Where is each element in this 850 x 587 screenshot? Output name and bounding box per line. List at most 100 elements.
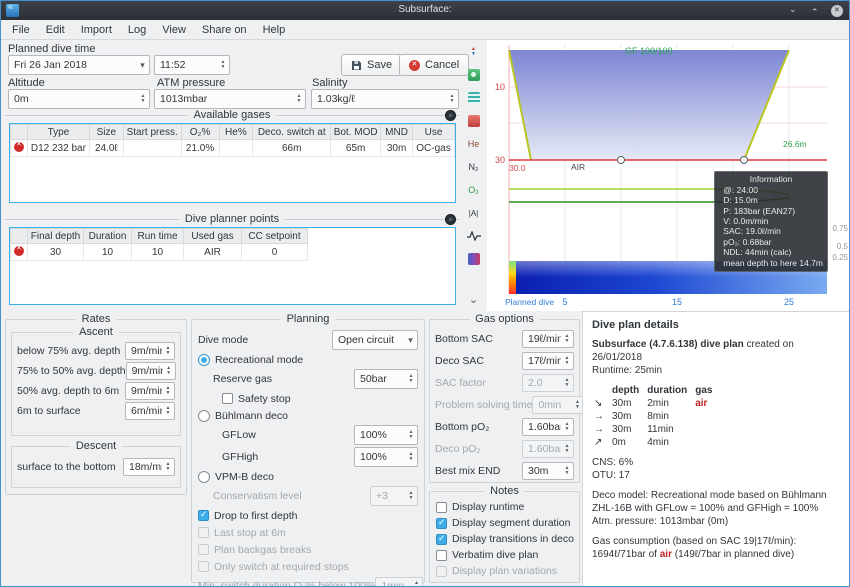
- best-mix-end-spinbox[interactable]: 30m: [522, 462, 574, 480]
- buhlmann-deco-radio[interactable]: [198, 410, 210, 422]
- col-used-gas: Used gas: [184, 229, 242, 244]
- spin-arrows-icon[interactable]: [137, 90, 149, 108]
- col-type: Type: [27, 125, 89, 140]
- cell-duration[interactable]: 10: [84, 244, 132, 261]
- delete-point-cell[interactable]: [11, 244, 28, 261]
- drop-to-first-depth-checkbox[interactable]: [198, 510, 209, 521]
- waypoint-handle[interactable]: [741, 157, 748, 164]
- mod-icon[interactable]: |A|: [464, 203, 484, 223]
- spin-arrows-icon[interactable]: [446, 90, 458, 108]
- vpmb-deco-radio[interactable]: [198, 471, 210, 483]
- waypoint-handle[interactable]: [618, 157, 625, 164]
- cell-bot-mod[interactable]: 65m: [331, 140, 381, 157]
- info-line: D: 15.0m: [723, 195, 823, 205]
- save-button[interactable]: Save: [341, 54, 402, 76]
- menubar: File Edit Import Log View Share on Help: [1, 20, 849, 40]
- menu-import[interactable]: Import: [73, 22, 120, 38]
- save-disk-icon: [351, 60, 362, 71]
- ascent-6m-label: 50% avg. depth to 6m: [17, 385, 119, 397]
- minimize-icon[interactable]: [787, 5, 799, 17]
- close-icon[interactable]: [831, 5, 843, 17]
- cell-final-depth[interactable]: 30: [28, 244, 84, 261]
- dive-date-select[interactable]: Fri 26 Jan 2018: [8, 55, 150, 75]
- ascent-50-spinbox[interactable]: 9m/min: [126, 362, 176, 380]
- display-runtime-checkbox[interactable]: [436, 502, 447, 513]
- cell-used-gas[interactable]: AIR: [184, 244, 242, 261]
- gfhigh-spinbox[interactable]: 100%: [354, 447, 418, 467]
- menu-help[interactable]: Help: [255, 22, 294, 38]
- spin-arrows-icon[interactable]: [293, 90, 305, 108]
- info-line: pO₂: 0.68bar: [723, 237, 823, 247]
- plan-deco-model: Deco model: Recreational mode based on B…: [592, 489, 841, 515]
- salinity-spinbox[interactable]: 1.03kg/ℓ: [311, 89, 459, 109]
- col-final-depth: Final depth: [28, 229, 84, 244]
- altitude-spinbox[interactable]: 0m: [8, 89, 150, 109]
- descent-rate-spinbox[interactable]: 18m/min: [123, 458, 175, 476]
- plan-backgas-breaks-label: Plan backgas breaks: [214, 544, 311, 556]
- maximize-icon[interactable]: [809, 5, 821, 17]
- cell-deco-switch[interactable]: 66m: [253, 140, 331, 157]
- display-transitions-checkbox[interactable]: [436, 534, 447, 545]
- cell-o2[interactable]: 21.0%: [181, 140, 219, 157]
- cell-start-press[interactable]: [123, 140, 181, 157]
- gfhigh-label: GFHigh: [222, 451, 258, 463]
- helium-graph-icon[interactable]: He: [464, 134, 484, 154]
- menu-view[interactable]: View: [154, 22, 194, 38]
- add-waypoint-button[interactable]: [445, 214, 456, 225]
- delete-row-icon[interactable]: [14, 142, 24, 152]
- delete-gas-cell[interactable]: [11, 140, 28, 157]
- cell-cc-setpoint[interactable]: 0: [242, 244, 308, 261]
- pp-tick-025: 0.25: [832, 253, 848, 262]
- cancel-button[interactable]: Cancel: [399, 54, 469, 76]
- verbatim-dive-plan-checkbox[interactable]: [436, 550, 447, 561]
- heart-rate-icon[interactable]: [464, 226, 484, 246]
- titlebar[interactable]: Subsurface:: [1, 1, 849, 20]
- cell-run-time[interactable]: 10: [132, 244, 184, 261]
- photos-icon[interactable]: [464, 65, 484, 85]
- cell-type[interactable]: D12 232 bar: [27, 140, 89, 157]
- info-line: P: 183bar (EAN27): [723, 206, 823, 216]
- menu-file[interactable]: File: [4, 22, 38, 38]
- menu-share-on[interactable]: Share on: [194, 22, 255, 38]
- cell-he[interactable]: [219, 140, 253, 157]
- conservatism-label: Conservatism level: [213, 490, 302, 502]
- display-segment-duration-checkbox[interactable]: [436, 518, 447, 529]
- safety-stop-checkbox[interactable]: [222, 393, 233, 404]
- ceiling-icon[interactable]: [464, 111, 484, 131]
- reserve-gas-spinbox[interactable]: 50bar: [354, 369, 418, 389]
- cell-use[interactable]: OC-gas: [413, 140, 455, 157]
- ascent-surface-spinbox[interactable]: 6m/min: [125, 402, 175, 420]
- tank-pressure-icon[interactable]: [464, 88, 484, 108]
- bottom-po2-spinbox[interactable]: 1.60bar: [522, 418, 574, 436]
- ascent-75-spinbox[interactable]: 9m/min: [125, 342, 175, 360]
- add-cylinder-button[interactable]: [445, 110, 456, 121]
- oxygen-graph-icon[interactable]: O₂: [464, 180, 484, 200]
- spin-arrows-icon[interactable]: [217, 56, 229, 74]
- profile-toolbar: ▲▼ He N₂ O₂ |A|: [461, 40, 486, 311]
- nitrogen-graph-icon[interactable]: N₂: [464, 157, 484, 177]
- menu-log[interactable]: Log: [120, 22, 154, 38]
- bottom-sac-spinbox[interactable]: 19ℓ/min: [522, 330, 574, 348]
- dive-mode-select[interactable]: Open circuit: [332, 330, 418, 350]
- plan-col-depth: depth: [612, 384, 647, 397]
- recreational-mode-radio[interactable]: [198, 354, 210, 366]
- ascent-6m-spinbox[interactable]: 9m/min: [125, 382, 175, 400]
- dive-profile-chart[interactable]: GF 100/100 10 30 30.0 AIR 26.6m 0.75 0.5…: [487, 40, 850, 311]
- cell-size[interactable]: 24.0ℓ: [89, 140, 123, 157]
- deco-po2-spinbox: 1.60bar: [522, 440, 574, 458]
- gflow-spinbox[interactable]: 100%: [354, 425, 418, 445]
- toolbar-more-chevron-icon[interactable]: [464, 297, 484, 309]
- col-cc-setpoint: CC setpoint: [242, 229, 308, 244]
- plan-atm-pressure: Atm. pressure: 1013mbar (0m): [592, 515, 841, 528]
- plan-col-duration: duration: [647, 384, 695, 397]
- dive-time-spinbox[interactable]: 11:52: [154, 55, 230, 75]
- dive-time-value: 11:52: [155, 59, 217, 71]
- menu-edit[interactable]: Edit: [38, 22, 73, 38]
- profile-scale-icon[interactable]: ▲▼: [464, 42, 484, 62]
- atm-pressure-spinbox[interactable]: 1013mbar: [154, 89, 306, 109]
- delete-row-icon[interactable]: [14, 246, 24, 256]
- col-deco-switch: Deco. switch at: [253, 125, 331, 140]
- deco-sac-spinbox[interactable]: 17ℓ/min: [522, 352, 574, 370]
- cell-mnd[interactable]: 30m: [381, 140, 413, 157]
- tissues-icon[interactable]: [464, 249, 484, 269]
